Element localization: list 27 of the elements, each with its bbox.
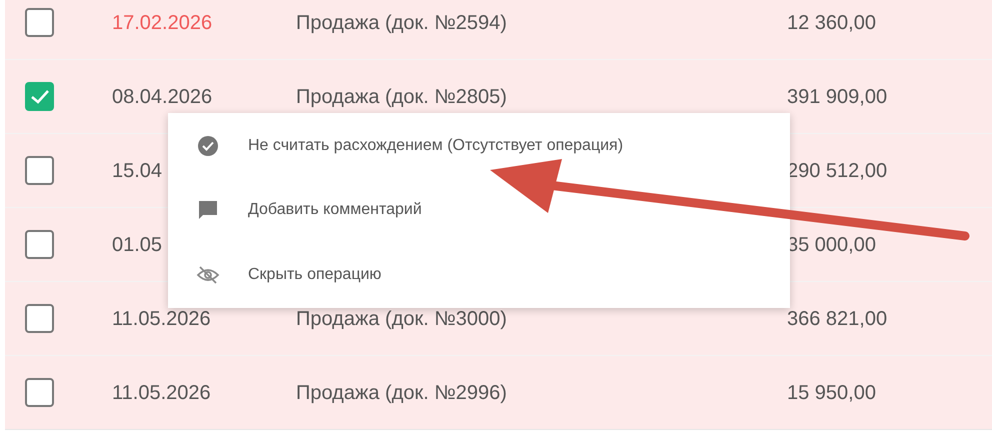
checkbox[interactable] xyxy=(25,378,54,407)
checkbox[interactable] xyxy=(25,156,54,185)
amount-cell-text: 366 821,00 xyxy=(787,306,888,332)
eye-off-icon xyxy=(196,264,220,285)
amount-cell-text: 15 950,00 xyxy=(787,380,876,406)
comment-icon xyxy=(196,199,220,222)
description-cell-text: Продажа (док. №3000) xyxy=(296,306,508,332)
date-cell-text: 08.04.2026 xyxy=(112,84,214,110)
checkbox[interactable] xyxy=(25,230,54,259)
menu-item[interactable]: Не считать расхождением (Отсутствует операция) xyxy=(168,114,790,178)
description-cell-text: Продажа (док. №2996) xyxy=(296,380,508,406)
date-cell-text: 15.04 xyxy=(112,158,164,184)
checkbox[interactable] xyxy=(25,8,54,37)
date-cell-text: 11.05.2026 xyxy=(112,306,212,332)
amount-cell-text: 12 360,00 xyxy=(787,10,876,36)
menu-item[interactable]: Скрыть операцию xyxy=(168,242,790,307)
description-cell-text: Продажа (док. №2594) xyxy=(296,10,508,36)
date-cell-text: 11.05.2026 xyxy=(112,380,212,406)
checkbox[interactable] xyxy=(25,304,54,333)
check-circle-icon xyxy=(196,135,220,158)
checkbox[interactable] xyxy=(25,82,54,111)
amount-cell-text: 391 909,00 xyxy=(787,84,888,110)
date-cell-text: 01.05 xyxy=(112,232,164,258)
checkmark-icon xyxy=(30,88,50,104)
date-cell-text: 17.02.2026 xyxy=(112,10,214,36)
menu-item[interactable]: Добавить комментарий xyxy=(168,178,790,243)
description-cell-text: Продажа (док. №2805) xyxy=(296,84,508,110)
